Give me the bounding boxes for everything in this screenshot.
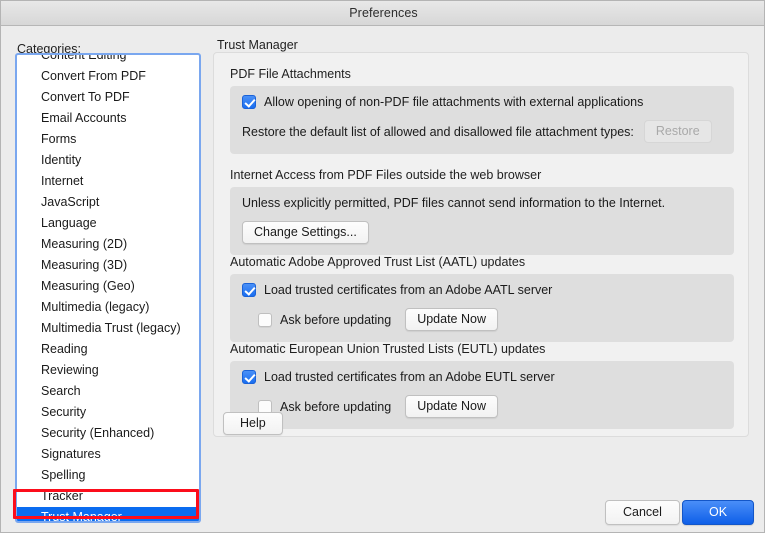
section-pdf-file-attachments: PDF File Attachments Allow opening of no… [230, 67, 734, 154]
restore-button: Restore [644, 120, 712, 143]
eutl-ask-row: Ask before updating Update Now [242, 395, 722, 418]
section-heading-internet: Internet Access from PDF Files outside t… [230, 168, 734, 182]
section-eutl-updates: Automatic European Union Trusted Lists (… [230, 342, 734, 429]
aatl-update-now-button[interactable]: Update Now [405, 308, 498, 331]
aatl-ask-checkbox[interactable] [258, 313, 272, 327]
internet-description-row: Unless explicitly permitted, PDF files c… [242, 196, 722, 210]
eutl-load-row[interactable]: Load trusted certificates from an Adobe … [242, 370, 722, 384]
restore-defaults-label: Restore the default list of allowed and … [242, 125, 634, 139]
sidebar-item-measuring-3d[interactable]: Measuring (3D) [17, 255, 199, 276]
change-settings-row: Change Settings... [242, 221, 722, 244]
internet-description: Unless explicitly permitted, PDF files c… [242, 196, 665, 210]
aatl-load-label: Load trusted certificates from an Adobe … [264, 283, 552, 297]
aatl-ask-label: Ask before updating [280, 313, 391, 327]
sidebar-item-multimedia-trust-legacy[interactable]: Multimedia Trust (legacy) [17, 318, 199, 339]
preferences-window: Preferences Categories: Content EditingC… [0, 0, 765, 533]
sidebar-item-internet[interactable]: Internet [17, 171, 199, 192]
sidebar-item-multimedia-legacy[interactable]: Multimedia (legacy) [17, 297, 199, 318]
change-settings-button[interactable]: Change Settings... [242, 221, 369, 244]
sidebar-item-spelling[interactable]: Spelling [17, 465, 199, 486]
eutl-load-label: Load trusted certificates from an Adobe … [264, 370, 555, 384]
sidebar-item-measuring-2d[interactable]: Measuring (2D) [17, 234, 199, 255]
section-box-internet: Unless explicitly permitted, PDF files c… [230, 187, 734, 255]
sidebar-item-email-accounts[interactable]: Email Accounts [17, 108, 199, 129]
ok-button[interactable]: OK [682, 500, 754, 525]
sidebar-item-security-enhanced[interactable]: Security (Enhanced) [17, 423, 199, 444]
dialog-body: Categories: Content EditingConvert From … [1, 27, 765, 533]
aatl-load-checkbox[interactable] [242, 283, 256, 297]
allow-open-attachments-row[interactable]: Allow opening of non-PDF file attachment… [242, 95, 722, 109]
section-internet-access: Internet Access from PDF Files outside t… [230, 168, 734, 255]
sidebar-item-forms[interactable]: Forms [17, 129, 199, 150]
sidebar-item-measuring-geo[interactable]: Measuring (Geo) [17, 276, 199, 297]
sidebar-item-identity[interactable]: Identity [17, 150, 199, 171]
sidebar-item-javascript[interactable]: JavaScript [17, 192, 199, 213]
eutl-ask-label: Ask before updating [280, 400, 391, 414]
sidebar-item-content-editing[interactable]: Content Editing [17, 53, 199, 66]
help-button[interactable]: Help [223, 412, 283, 435]
eutl-load-checkbox[interactable] [242, 370, 256, 384]
window-titlebar: Preferences [1, 1, 765, 26]
section-heading-attachments: PDF File Attachments [230, 67, 734, 81]
window-title: Preferences [349, 6, 418, 20]
sidebar-item-signatures[interactable]: Signatures [17, 444, 199, 465]
section-heading-eutl: Automatic European Union Trusted Lists (… [230, 342, 734, 356]
sidebar-item-reading[interactable]: Reading [17, 339, 199, 360]
section-box-aatl: Load trusted certificates from an Adobe … [230, 274, 734, 342]
aatl-ask-row: Ask before updating Update Now [242, 308, 722, 331]
sidebar-item-language[interactable]: Language [17, 213, 199, 234]
cancel-button[interactable]: Cancel [605, 500, 680, 525]
sidebar-item-convert-from-pdf[interactable]: Convert From PDF [17, 66, 199, 87]
allow-open-attachments-label: Allow opening of non-PDF file attachment… [264, 95, 643, 109]
section-aatl-updates: Automatic Adobe Approved Trust List (AAT… [230, 255, 734, 342]
section-box-attachments: Allow opening of non-PDF file attachment… [230, 86, 734, 154]
sidebar-item-security[interactable]: Security [17, 402, 199, 423]
categories-scroll-content: Content EditingConvert From PDFConvert T… [17, 53, 199, 523]
trust-manager-pane: PDF File Attachments Allow opening of no… [213, 52, 749, 437]
section-heading-aatl: Automatic Adobe Approved Trust List (AAT… [230, 255, 734, 269]
eutl-update-now-button[interactable]: Update Now [405, 395, 498, 418]
categories-listbox[interactable]: Content EditingConvert From PDFConvert T… [15, 53, 201, 523]
allow-open-attachments-checkbox[interactable] [242, 95, 256, 109]
sidebar-item-search[interactable]: Search [17, 381, 199, 402]
sidebar-item-tracker[interactable]: Tracker [17, 486, 199, 507]
sidebar-item-trust-manager[interactable]: Trust Manager [17, 507, 199, 523]
sidebar-item-convert-to-pdf[interactable]: Convert To PDF [17, 87, 199, 108]
pane-title: Trust Manager [217, 38, 298, 52]
section-box-eutl: Load trusted certificates from an Adobe … [230, 361, 734, 429]
sidebar-item-reviewing[interactable]: Reviewing [17, 360, 199, 381]
aatl-load-row[interactable]: Load trusted certificates from an Adobe … [242, 283, 722, 297]
restore-defaults-row: Restore the default list of allowed and … [242, 120, 722, 143]
